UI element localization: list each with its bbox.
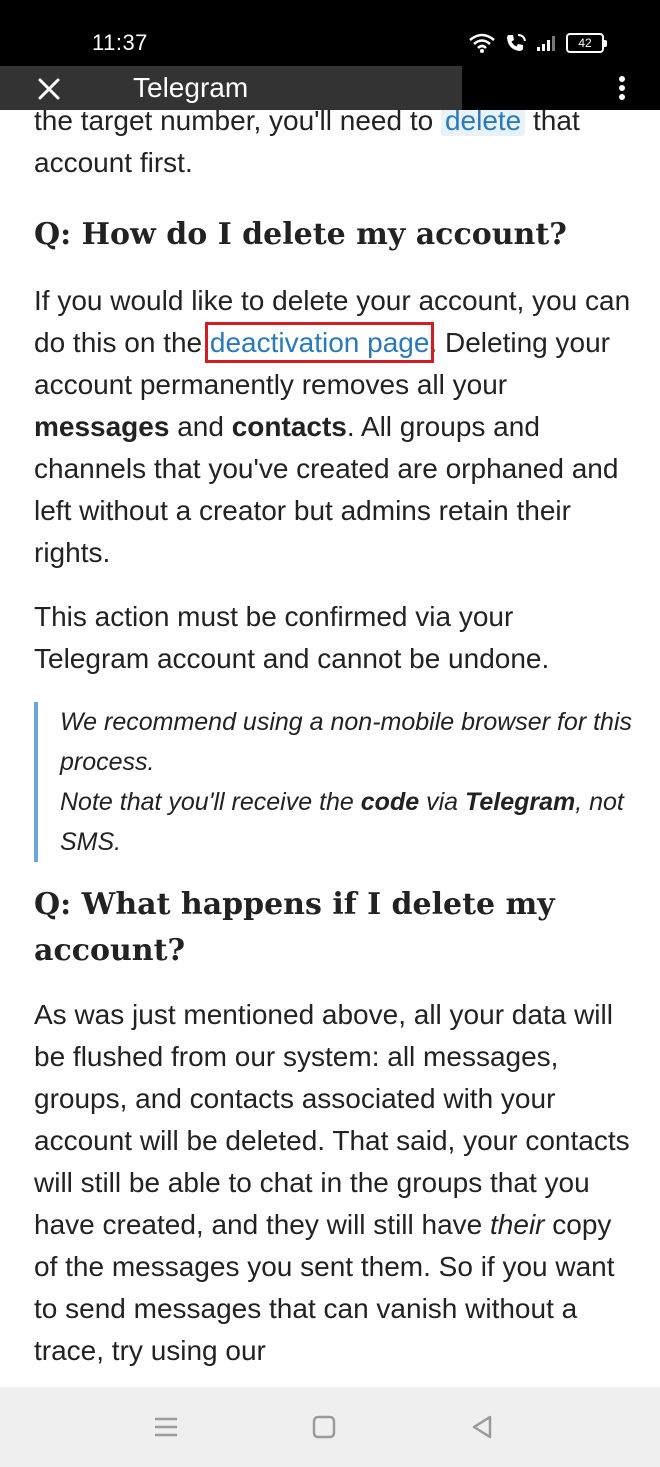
paragraph-confirm-action: This action must be confirmed via your T…: [34, 601, 550, 674]
battery-icon: 42: [566, 33, 607, 53]
wifi-icon: [469, 33, 495, 53]
close-icon[interactable]: [34, 74, 64, 104]
note-blockquote: We recommend using a non-mobile browser …: [34, 702, 634, 862]
navigation-bar: [0, 1387, 660, 1467]
delete-link[interactable]: delete: [440, 110, 526, 136]
back-icon[interactable]: [466, 1411, 498, 1443]
article-content[interactable]: the target number, you'll need to delete…: [34, 110, 634, 1387]
recents-icon[interactable]: [150, 1411, 182, 1443]
signal-icon: [537, 36, 555, 51]
app-header: Telegram: [0, 66, 660, 110]
status-time: 11:37: [92, 30, 148, 55]
deactivation-page-link[interactable]: deactivation page: [204, 322, 435, 363]
heading-delete-account: Q: How do I delete my account?: [34, 217, 567, 252]
heading-what-happens: Q: What happens if I delete my account?: [34, 887, 555, 968]
status-icons: 42: [468, 30, 607, 56]
note-line-browser: We recommend using a non-mobile browser …: [60, 708, 633, 776]
wifi-call-icon: [507, 34, 526, 51]
more-options-icon[interactable]: [614, 72, 630, 104]
page-title: Telegram: [133, 72, 249, 103]
paragraph-what-happens: As was just mentioned above, all your da…: [34, 999, 630, 1366]
paragraph-account-first: the target number, you'll need to delete…: [34, 110, 634, 184]
note-line-code: Note that you'll receive the code via Te…: [60, 788, 624, 856]
paragraph-delete-instructions: If you would like to delete your account…: [34, 285, 631, 568]
home-icon[interactable]: [308, 1411, 340, 1443]
status-bar: 11:37 42: [0, 0, 660, 66]
